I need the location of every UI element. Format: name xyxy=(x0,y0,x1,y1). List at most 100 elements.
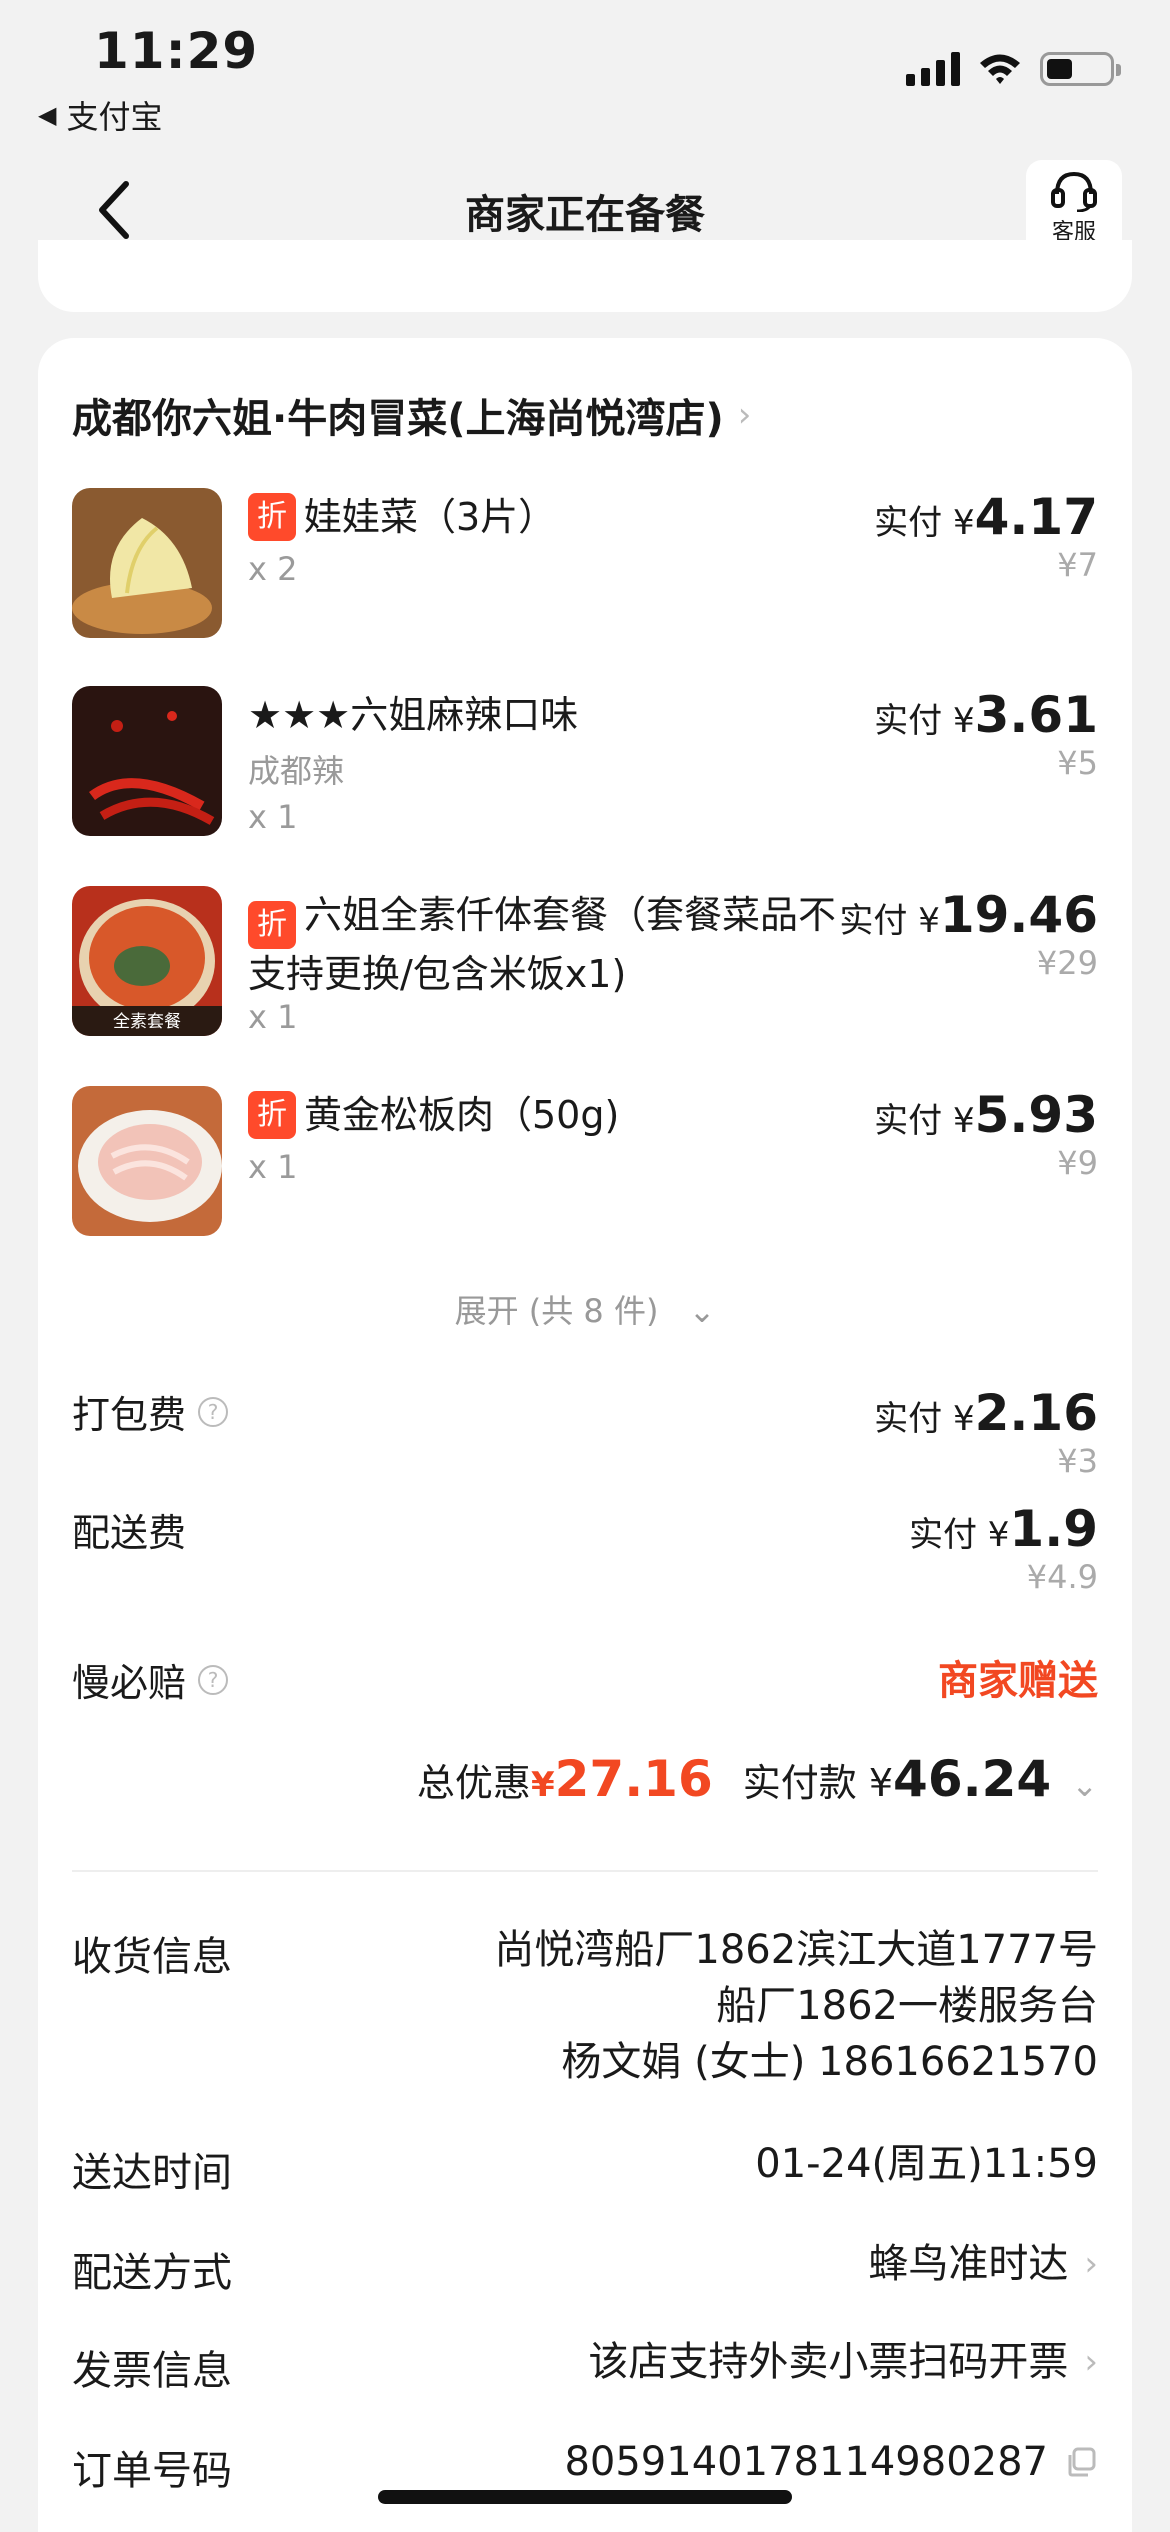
status-time: 11:29 xyxy=(94,22,259,80)
chevron-right-icon: › xyxy=(1084,2244,1098,2284)
order-item[interactable]: 折 娃娃菜（3片） x 2 实付 ¥4.17 ¥7 xyxy=(72,488,1098,648)
paid-amount: 1.9 xyxy=(1009,1500,1098,1558)
packing-fee-price: 实付 ¥2.16 ¥3 xyxy=(874,1384,1098,1480)
order-item[interactable]: 折 黄金松板肉（50g) x 1 实付 ¥5.93 ¥9 xyxy=(72,1086,1098,1246)
original-price: ¥3 xyxy=(1057,1442,1098,1480)
discount-badge: 折 xyxy=(248,493,296,541)
item-image xyxy=(72,1086,222,1236)
arrival-time-label: 送达时间 xyxy=(72,2150,232,2196)
help-icon[interactable]: ? xyxy=(198,1664,229,1695)
original-price: ¥4.9 xyxy=(1026,1558,1098,1596)
item-name: ★★★六姐麻辣口味 xyxy=(248,693,579,737)
item-qty: x 1 xyxy=(248,798,298,836)
order-total[interactable]: 总优惠 ¥27.16 实付款 ¥ 46.24 ⌄ xyxy=(417,1750,1098,1808)
late-comp-label: 慢必赔 ? xyxy=(72,1652,229,1707)
order-number: 8059140178114980287 xyxy=(564,2434,1098,2490)
discount-badge: 折 xyxy=(248,901,296,949)
previous-card-edge xyxy=(38,240,1132,312)
back-app-label: 支付宝 xyxy=(66,98,163,136)
item-name: 折 黄金松板肉（50g) xyxy=(248,1090,619,1140)
late-comp-text: 慢必赔 xyxy=(72,1661,187,1705)
expand-items-button[interactable]: 展开 (共 8 件) ⌄ xyxy=(0,1286,1170,1332)
total-paid: 46.24 xyxy=(893,1750,1052,1808)
help-icon[interactable]: ? xyxy=(198,1396,229,1427)
invoice-value: 该店支持外卖小票扫码开票 xyxy=(588,2339,1069,2385)
copy-icon[interactable] xyxy=(1064,2445,1098,2479)
cellular-signal-icon xyxy=(906,52,960,86)
paid-amount: 4.17 xyxy=(974,488,1098,546)
divider xyxy=(72,1870,1098,1872)
original-price: ¥9 xyxy=(1057,1144,1098,1182)
total-paid-label: 实付款 ¥ xyxy=(742,1761,894,1805)
paid-label: 实付 ¥ xyxy=(839,901,940,941)
order-number-value: 8059140178114980287 xyxy=(564,2439,1048,2485)
item-name: 折 娃娃菜（3片） xyxy=(248,492,556,542)
arrival-time-value: 01-24(周五)11:59 xyxy=(755,2141,1098,2187)
item-image xyxy=(72,686,222,836)
order-item[interactable]: 全素套餐 折六姐全素仟体套餐（套餐菜品不支持更换/包含米饭x1) x 1 实付 … xyxy=(72,886,1098,1046)
delivery-fee-label: 配送费 xyxy=(72,1502,186,1557)
paid-amount: 5.93 xyxy=(974,1086,1098,1144)
paid-label: 实付 ¥ xyxy=(908,1515,1010,1555)
paid-label: 实付 ¥ xyxy=(874,503,975,543)
shipping-method-label: 配送方式 xyxy=(72,2250,232,2296)
invoice-label: 发票信息 xyxy=(72,2348,232,2394)
back-triangle-icon: ◀ xyxy=(38,101,57,129)
paid-label: 实付 ¥ xyxy=(874,1101,975,1141)
order-number-label: 订单号码 xyxy=(72,2448,232,2494)
chevron-down-icon: ⌄ xyxy=(688,1292,716,1330)
order-item[interactable]: ★★★六姐麻辣口味 成都辣 x 1 实付 ¥3.61 ¥5 xyxy=(72,686,1098,846)
chevron-down-icon: ⌄ xyxy=(1071,1766,1098,1804)
item-price: 实付 ¥4.17 ¥7 xyxy=(874,488,1098,584)
paid-label: 实付 ¥ xyxy=(874,701,975,741)
headset-icon xyxy=(1051,171,1097,212)
shipping-method-value: 蜂鸟准时达 xyxy=(868,2241,1069,2287)
discount-amount: 27.16 xyxy=(554,1750,713,1808)
late-comp-value: 商家赠送 xyxy=(938,1658,1098,1704)
expand-label: 展开 (共 8 件) xyxy=(454,1292,659,1330)
back-to-app-link[interactable]: ◀ 支付宝 xyxy=(38,92,162,138)
invoice-link[interactable]: 该店支持外卖小票扫码开票 › xyxy=(588,2334,1098,2390)
discount-currency: ¥ xyxy=(530,1765,555,1805)
total-discount-label: 总优惠 xyxy=(416,1761,531,1805)
paid-amount: 3.61 xyxy=(974,686,1098,744)
store-name: 成都你六姐·牛肉冒菜(上海尚悦湾店) xyxy=(72,396,724,442)
address-line1: 尚悦湾船厂1862滨江大道1777号 xyxy=(494,1927,1098,1973)
paid-amount: 19.46 xyxy=(939,886,1098,944)
item-image: 全素套餐 xyxy=(72,886,222,1036)
thumb-caption: 全素套餐 xyxy=(113,1012,181,1032)
item-qty: x 1 xyxy=(248,1148,298,1186)
discount-badge: 折 xyxy=(248,1091,296,1139)
packing-fee-text: 打包费 xyxy=(72,1393,187,1437)
item-price: 实付 ¥19.46 ¥29 xyxy=(839,886,1098,982)
original-price: ¥7 xyxy=(1057,546,1098,584)
delivery-fee-price: 实付 ¥1.9 ¥4.9 xyxy=(909,1500,1098,1596)
packing-fee-label: 打包费 ? xyxy=(72,1384,229,1439)
status-icons xyxy=(906,52,1121,86)
store-link[interactable]: 成都你六姐·牛肉冒菜(上海尚悦湾店) › xyxy=(72,386,751,444)
item-image xyxy=(72,488,222,638)
item-price: 实付 ¥3.61 ¥5 xyxy=(874,686,1098,782)
chevron-right-icon: › xyxy=(1084,2342,1098,2382)
address-contact: 杨文娟 (女士) 18616621570 xyxy=(561,2039,1098,2085)
item-name-text: 六姐全素仟体套餐（套餐菜品不支持更换/包含米饭x1) xyxy=(248,893,837,996)
address-line2: 船厂1862一楼服务台 xyxy=(716,1983,1098,2029)
item-price: 实付 ¥5.93 ¥9 xyxy=(874,1086,1098,1182)
item-name-text: 娃娃菜（3片） xyxy=(304,495,557,539)
item-name: 折六姐全素仟体套餐（套餐菜品不支持更换/包含米饭x1) xyxy=(248,890,848,999)
original-price: ¥5 xyxy=(1057,744,1098,782)
address-value: 尚悦湾船厂1862滨江大道1777号 船厂1862一楼服务台 杨文娟 (女士) … xyxy=(494,1922,1098,2090)
address-label: 收货信息 xyxy=(72,1934,232,1980)
page-title: 商家正在备餐 xyxy=(465,192,705,238)
total-discount: ¥27.16 xyxy=(531,1750,713,1808)
home-indicator xyxy=(378,2490,792,2504)
shipping-method-link[interactable]: 蜂鸟准时达 › xyxy=(868,2236,1098,2292)
delivery-fee-text: 配送费 xyxy=(72,1511,187,1555)
paid-label: 实付 ¥ xyxy=(874,1399,975,1439)
original-price: ¥29 xyxy=(1036,944,1098,982)
paid-amount: 2.16 xyxy=(974,1384,1098,1442)
battery-icon xyxy=(1040,52,1121,86)
item-name-text: 黄金松板肉（50g) xyxy=(304,1093,620,1137)
item-qty: x 1 xyxy=(248,998,298,1036)
wifi-icon xyxy=(980,54,1020,84)
